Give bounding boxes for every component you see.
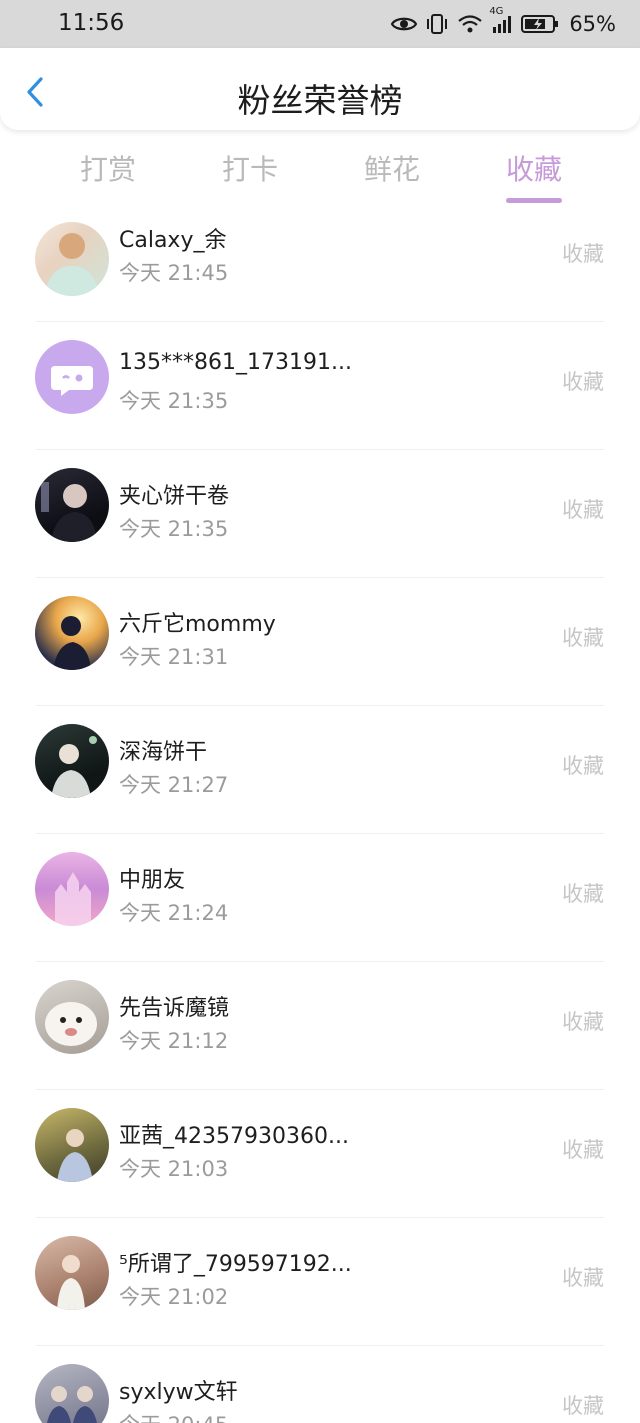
avatar[interactable] xyxy=(35,980,109,1054)
tab-reward[interactable]: 打赏 xyxy=(80,148,136,188)
fan-time: 今天 21:45 xyxy=(119,261,229,285)
list-item[interactable]: ⁵所谓了_799597192... 今天 21:02 收藏 xyxy=(0,1218,640,1346)
vibrate-icon xyxy=(425,13,449,35)
fan-time: 今天 21:12 xyxy=(119,1029,229,1053)
status-time: 11:56 xyxy=(58,10,125,36)
action-label[interactable]: 收藏 xyxy=(562,1262,604,1292)
list-item[interactable]: 深海饼干 今天 21:27 收藏 xyxy=(0,706,640,834)
list-item[interactable]: 135***861_173191... 今天 21:35 收藏 xyxy=(0,322,640,450)
tab-favorites[interactable]: 收藏 xyxy=(506,148,563,203)
tab-flowers[interactable]: 鲜花 xyxy=(364,148,420,188)
network-label: 4G xyxy=(489,6,504,17)
avatar[interactable] xyxy=(35,1236,109,1310)
avatar[interactable] xyxy=(35,468,109,542)
action-label[interactable]: 收藏 xyxy=(562,622,604,652)
fan-name: 中朋友 xyxy=(119,868,186,893)
action-label[interactable]: 收藏 xyxy=(562,494,604,524)
fan-name: 亚茜_42357930360... xyxy=(119,1124,349,1149)
fan-time: 今天 21:24 xyxy=(119,901,229,925)
action-label[interactable]: 收藏 xyxy=(562,1006,604,1036)
status-bar: 11:56 4G 65% xyxy=(0,0,640,48)
page-title: 粉丝荣誉榜 xyxy=(237,81,403,120)
fan-name: 先告诉魔镜 xyxy=(119,996,230,1021)
fan-name: 夹心饼干卷 xyxy=(119,484,230,509)
action-label[interactable]: 收藏 xyxy=(562,750,604,780)
fan-time: 今天 21:03 xyxy=(119,1157,229,1181)
tab-label: 收藏 xyxy=(506,153,563,186)
eye-icon xyxy=(391,15,418,33)
action-label[interactable]: 收藏 xyxy=(562,1134,604,1164)
fan-time: 今天 21:27 xyxy=(119,773,229,797)
fan-name: ⁵所谓了_799597192... xyxy=(119,1252,352,1277)
fan-time: 今天 21:02 xyxy=(119,1285,229,1309)
default-chat-avatar-icon[interactable] xyxy=(35,340,109,414)
tab-label: 鲜花 xyxy=(364,153,421,186)
action-label[interactable]: 收藏 xyxy=(562,238,604,268)
fan-name: 135***861_173191... xyxy=(119,350,352,375)
battery-icon xyxy=(521,14,559,34)
tab-label: 打赏 xyxy=(80,153,137,186)
list-item[interactable]: 夹心饼干卷 今天 21:35 收藏 xyxy=(0,450,640,578)
list-item[interactable]: 中朋友 今天 21:24 收藏 xyxy=(0,834,640,962)
list-item[interactable]: syxlyw文轩 今天 20:45 收藏 xyxy=(0,1346,640,1423)
fan-name: 深海饼干 xyxy=(119,740,208,765)
fan-time: 今天 21:31 xyxy=(119,645,229,669)
status-icons: 4G 65% xyxy=(391,6,616,39)
avatar[interactable] xyxy=(35,1364,109,1423)
tab-label: 打卡 xyxy=(222,153,279,186)
list-item[interactable]: 六斤它mommy 今天 21:31 收藏 xyxy=(0,578,640,706)
fan-time: 今天 21:35 xyxy=(119,517,229,541)
list-item[interactable]: 亚茜_42357930360... 今天 21:03 收藏 xyxy=(0,1090,640,1218)
fan-name: syxlyw文轩 xyxy=(119,1380,238,1405)
action-label[interactable]: 收藏 xyxy=(562,366,604,396)
avatar[interactable] xyxy=(35,1108,109,1182)
signal-icon: 4G xyxy=(489,6,513,34)
list-item[interactable]: Calaxy_余 今天 21:45 收藏 xyxy=(0,194,640,322)
battery-level: 65% xyxy=(569,12,616,36)
avatar[interactable] xyxy=(35,596,109,670)
avatar[interactable] xyxy=(35,724,109,798)
fan-time: 今天 21:35 xyxy=(119,389,229,413)
fan-name: Calaxy_余 xyxy=(119,228,227,253)
app-header: 粉丝荣誉榜 xyxy=(0,48,640,130)
avatar[interactable] xyxy=(35,852,109,926)
fan-time: 今天 20:45 xyxy=(119,1409,228,1423)
tab-checkin[interactable]: 打卡 xyxy=(222,148,278,188)
avatar[interactable] xyxy=(35,222,109,296)
action-label[interactable]: 收藏 xyxy=(562,878,604,908)
wifi-icon xyxy=(457,14,483,34)
list-item[interactable]: 先告诉魔镜 今天 21:12 收藏 xyxy=(0,962,640,1090)
fan-name: 六斤它mommy xyxy=(119,612,276,637)
action-label[interactable]: 收藏 xyxy=(562,1390,604,1420)
